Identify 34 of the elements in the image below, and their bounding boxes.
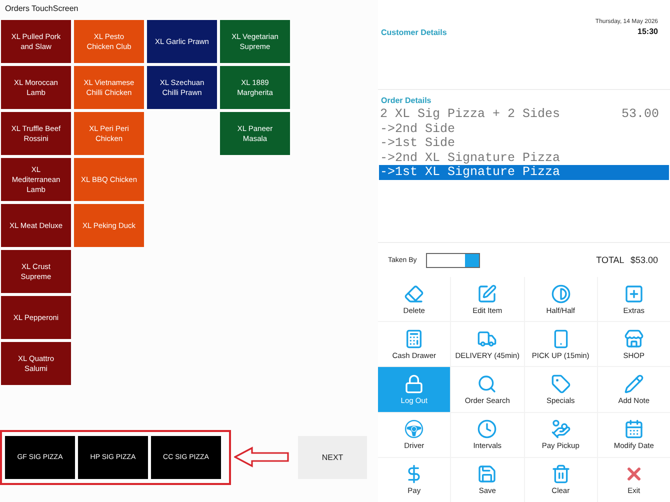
pencil-icon	[624, 374, 644, 394]
order-line[interactable]: ->1st Side	[379, 136, 669, 150]
trash-icon	[550, 464, 571, 484]
steering-wheel-icon	[404, 419, 424, 440]
order-amount: 53.00	[621, 107, 659, 122]
order-item-text: ->2nd Side	[380, 122, 456, 136]
square-plus-icon	[624, 284, 644, 304]
lock-icon	[404, 374, 424, 394]
section-heading: Order Details	[381, 96, 432, 105]
order-item-text: ->1st XL Signature Pizza	[380, 165, 560, 180]
order-item-text: 2 XL Sig Pizza + 2 Sides	[380, 107, 560, 122]
taken-by-dropdown[interactable]	[426, 252, 480, 268]
eraser-icon	[404, 284, 424, 304]
clock-icon	[477, 419, 498, 440]
order-item-text: ->1st Side	[380, 136, 456, 150]
truck-icon	[477, 328, 498, 349]
hand-coins-icon	[550, 419, 571, 440]
order-line[interactable]: ->2nd Side	[379, 122, 669, 136]
window-title: Orders TouchScreen	[4, 3, 80, 15]
next-button[interactable]: NEXT	[298, 436, 367, 478]
total-text: TOTAL $53.00	[596, 255, 658, 265]
tag-icon	[550, 374, 571, 394]
edit-icon	[477, 284, 498, 304]
time-text: 15:30	[638, 27, 658, 36]
calendar-icon	[624, 419, 644, 440]
order-line[interactable]: ->2nd XL Signature Pizza	[379, 150, 669, 165]
store-icon	[624, 328, 644, 349]
order-line[interactable]: 2 XL Sig Pizza + 2 Sides 53.00	[379, 107, 669, 122]
save-icon	[477, 464, 498, 484]
search-icon	[477, 374, 498, 394]
half-circle-icon	[550, 284, 571, 304]
order-item-text: ->2nd XL Signature Pizza	[380, 150, 560, 165]
left-arrow-icon	[234, 446, 290, 468]
section-heading: Customer Details	[381, 28, 447, 39]
